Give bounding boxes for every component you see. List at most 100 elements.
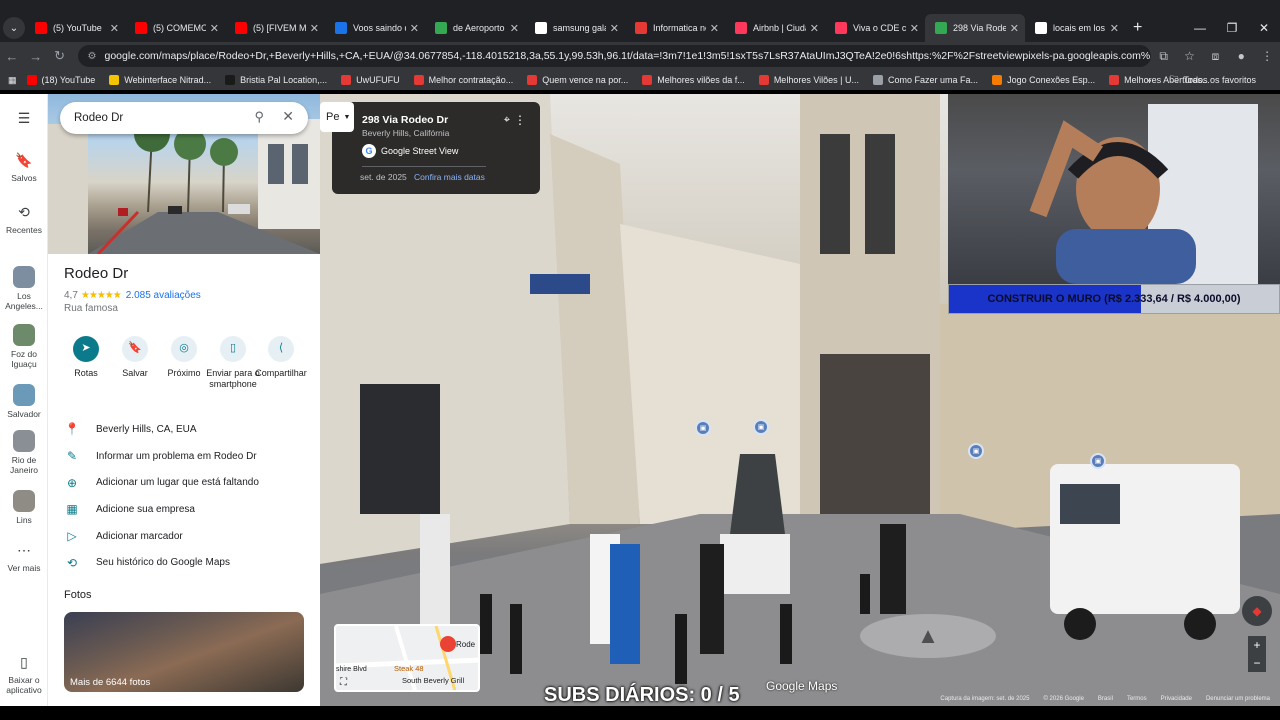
browser-tab[interactable]: (5) YouTube ✕	[25, 14, 125, 42]
rail-item[interactable]: Salvador	[0, 384, 48, 420]
rail-item[interactable]: 🔖 Salvos	[0, 150, 48, 184]
reviews-link[interactable]: 2.085 avaliações	[126, 290, 201, 301]
restore-icon[interactable]: ❐	[1216, 21, 1248, 35]
info-row[interactable]: ⟲ Seu histórico do Google Maps	[48, 549, 320, 576]
close-icon[interactable]: ✕	[282, 108, 294, 125]
navigation-arrow[interactable]: ▲	[860, 614, 996, 658]
compass-icon[interactable]: ◆	[1242, 596, 1272, 626]
place-marker-icon[interactable]: ▣	[753, 419, 769, 435]
bookmark-item[interactable]: Bristia Pal Location,...	[225, 75, 327, 85]
browser-tab[interactable]: Voos saindo d ✕	[325, 14, 425, 42]
bookmark-item[interactable]: Melhor contratação...	[413, 75, 513, 85]
share-button[interactable]: ⟨ Compartilhar	[253, 336, 309, 379]
tab-close-icon[interactable]: ✕	[1010, 22, 1019, 35]
google-maps-logo: Google Maps	[766, 679, 838, 693]
info-row[interactable]: ⊕ Adicionar um lugar que está faltando	[48, 469, 320, 496]
place-marker-icon[interactable]: ▣	[1090, 453, 1106, 469]
place-type[interactable]: Rua famosa	[64, 303, 118, 314]
rail-item[interactable]: ⟲ Recentes	[0, 202, 48, 236]
tab-close-icon[interactable]: ✕	[410, 22, 419, 35]
place-marker-icon[interactable]: ▣	[968, 443, 984, 459]
rail-item[interactable]: Foz do Iguaçu	[0, 324, 48, 370]
location-pin-icon[interactable]: ⌖	[504, 114, 510, 127]
bookmark-star-icon[interactable]: ☆	[1177, 49, 1203, 63]
directions-button[interactable]: ➤ Rotas	[58, 336, 114, 379]
chrome-menu-icon[interactable]: ⋮	[1254, 49, 1280, 63]
tab-close-icon[interactable]: ✕	[810, 22, 819, 35]
footer-link[interactable]: Brasil	[1098, 696, 1113, 706]
zoom-in-button[interactable]: +	[1248, 636, 1266, 654]
footer-link[interactable]: Privacidade	[1161, 696, 1192, 706]
browser-tab[interactable]: (5) [FIVEM MA ✕	[225, 14, 325, 42]
rail-item[interactable]: Rio de Janeiro	[0, 430, 48, 476]
tab-search-button[interactable]: ⌄	[3, 17, 25, 39]
tab-close-icon[interactable]: ✕	[1110, 22, 1119, 35]
pegman-button[interactable]: Pe ▼	[320, 102, 354, 132]
search-box[interactable]: Rodeo Dr ⚲ ✕	[60, 102, 308, 134]
rail-item[interactable]: Los Angeles...	[0, 266, 48, 312]
nearby-button[interactable]: ◎ Próximo	[156, 336, 212, 379]
bookmark-item[interactable]: Como Fazer uma Fa...	[873, 75, 978, 85]
bookmark-item[interactable]: Melhores vilões da f...	[642, 75, 745, 85]
bookmark-item[interactable]: UwUFUFU	[341, 75, 400, 85]
site-info-icon[interactable]: ⚙	[88, 51, 97, 62]
menu-icon[interactable]: ☰	[14, 108, 34, 128]
profile-avatar[interactable]: ●	[1228, 49, 1254, 63]
street-view[interactable]: ▣ ▣ ▣ ▣ ▲ Pe ▼ 298 Via Rodeo Dr Beverly H…	[320, 94, 1280, 706]
all-bookmarks[interactable]: 🗀 Todos os favoritos	[1169, 72, 1256, 88]
bookmark-item[interactable]: Melhores Vilões | U...	[758, 75, 859, 85]
footer-link[interactable]: © 2026 Google	[1043, 696, 1083, 706]
info-row[interactable]: ✎ Informar um problema em Rodeo Dr	[48, 443, 320, 470]
forward-icon[interactable]: →	[24, 49, 48, 64]
install-app-icon[interactable]: ⧉	[1151, 49, 1177, 64]
new-tab-button[interactable]: +	[1133, 19, 1142, 37]
search-icon[interactable]: ⚲	[254, 109, 264, 125]
extensions-icon[interactable]: ⧈	[1202, 49, 1228, 64]
download-app-button[interactable]: ▯ Baixar o aplicativo	[0, 652, 48, 696]
rail-item[interactable]: ⋯ Ver mais	[0, 540, 48, 574]
apps-icon[interactable]: ▦	[8, 75, 17, 86]
info-row[interactable]: 📍 Beverly Hills, CA, EUA	[48, 416, 320, 443]
tab-close-icon[interactable]: ✕	[210, 22, 219, 35]
browser-tab[interactable]: Airbnb | Ciuda ✕	[725, 14, 825, 42]
browser-tab[interactable]: de Aeroporto I ✕	[425, 14, 525, 42]
search-input[interactable]: Rodeo Dr	[74, 112, 123, 124]
tab-close-icon[interactable]: ✕	[110, 22, 119, 35]
browser-tab[interactable]: Informatica no ✕	[625, 14, 725, 42]
more-dates-link[interactable]: Confira mais datas	[414, 172, 485, 182]
rail-item[interactable]: Lins	[0, 490, 48, 526]
save-button[interactable]: 🔖 Salvar	[107, 336, 163, 379]
place-marker-icon[interactable]: ▣	[695, 420, 711, 436]
browser-tab[interactable]: Viva o CDE co ✕	[825, 14, 925, 42]
browser-tab[interactable]: (5) COMEMOS ✕	[125, 14, 225, 42]
minimap[interactable]: Rode shire Blvd Steak 48 South Beverly G…	[334, 624, 480, 692]
more-bookmarks-icon[interactable]: »	[1146, 75, 1151, 85]
browser-tab[interactable]: locais em los a ✕	[1025, 14, 1125, 42]
bookmark-item[interactable]: Webinterface Nitrad...	[109, 75, 211, 85]
info-row[interactable]: ▦ Adicione sua empresa	[48, 496, 320, 523]
info-row[interactable]: ▷ Adicionar marcador	[48, 523, 320, 550]
browser-tab[interactable]: samsung gala ✕	[525, 14, 625, 42]
phone-icon: ▯	[20, 653, 28, 670]
bookmark-item[interactable]: Quem vence na por...	[527, 75, 628, 85]
tab-close-icon[interactable]: ✕	[710, 22, 719, 35]
browser-tab[interactable]: 298 Via Rodeo ✕	[925, 14, 1025, 42]
more-options-icon[interactable]: ⋮	[514, 113, 526, 127]
bookmark-item[interactable]: Jogo Conexões Esp...	[992, 75, 1095, 85]
tab-close-icon[interactable]: ✕	[510, 22, 519, 35]
close-window-icon[interactable]: ✕	[1248, 21, 1280, 35]
reload-icon[interactable]: ↻	[48, 48, 72, 64]
action-label: Enviar para o smartphone	[206, 368, 260, 389]
tab-close-icon[interactable]: ✕	[610, 22, 619, 35]
expand-icon[interactable]: ⛶	[340, 677, 347, 688]
zoom-out-button[interactable]: −	[1248, 654, 1266, 672]
back-icon[interactable]: ←	[0, 49, 24, 64]
bookmark-item[interactable]: (18) YouTube	[26, 75, 95, 85]
footer-link[interactable]: Denunciar um problema	[1206, 696, 1270, 706]
address-bar[interactable]: ⚙ google.com/maps/place/Rodeo+Dr,+Beverl…	[77, 45, 1151, 67]
footer-link[interactable]: Termos	[1127, 696, 1147, 706]
tab-close-icon[interactable]: ✕	[310, 22, 319, 35]
minimize-icon[interactable]: —	[1184, 21, 1216, 35]
photos-thumbnail[interactable]: Mais de 6644 fotos	[64, 612, 304, 692]
tab-close-icon[interactable]: ✕	[910, 22, 919, 35]
